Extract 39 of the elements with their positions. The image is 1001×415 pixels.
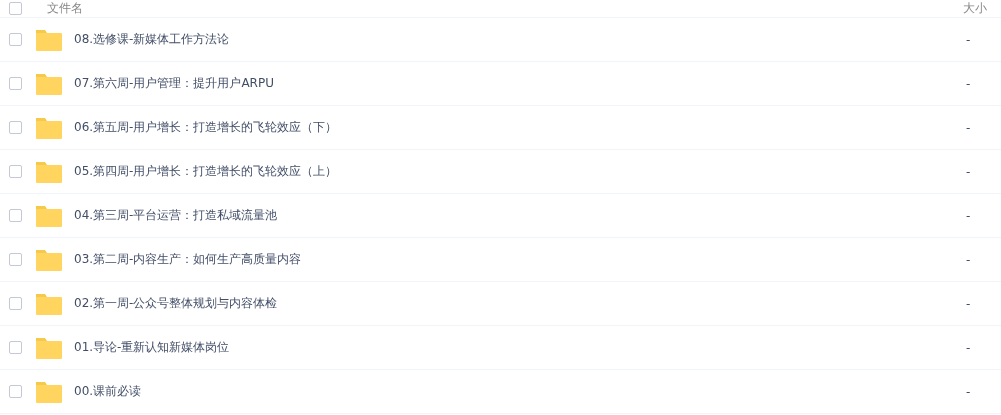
folder-icon [35,204,62,227]
file-size: - [966,120,971,135]
file-name[interactable]: 05.第四周-用户增长：打造增长的飞轮效应（上） [74,163,338,180]
file-size: - [966,32,971,47]
file-name[interactable]: 07.第六周-用户管理：提升用户ARPU [74,75,274,92]
file-name[interactable]: 02.第一周-公众号整体规划与内容体检 [74,295,278,312]
file-name[interactable]: 00.课前必读 [74,383,142,400]
folder-icon [35,292,62,315]
row-checkbox[interactable] [9,385,22,398]
folder-icon [35,248,62,271]
file-size: - [966,340,971,355]
row-checkbox[interactable] [9,77,22,90]
row-checkbox[interactable] [9,209,22,222]
row-checkbox[interactable] [9,165,22,178]
folder-icon [35,28,62,51]
row-checkbox[interactable] [9,253,22,266]
file-size: - [966,252,971,267]
file-name[interactable]: 06.第五周-用户增长：打造增长的飞轮效应（下） [74,119,338,136]
file-name[interactable]: 03.第二周-内容生产：如何生产高质量内容 [74,251,302,268]
file-name[interactable]: 08.选修课-新媒体工作方法论 [74,31,230,48]
column-header[interactable]: 大小 [963,0,987,17]
file-name[interactable]: 04.第三周-平台运营：打造私域流量池 [74,207,278,224]
row-checkbox[interactable] [9,297,22,310]
folder-icon [35,116,62,139]
column-header[interactable]: 文件名 [47,0,83,17]
folder-icon [35,380,62,403]
file-size: - [966,384,971,399]
file-size: - [966,208,971,223]
file-size: - [966,164,971,179]
file-size: - [966,76,971,91]
row-checkbox[interactable] [9,341,22,354]
row-checkbox[interactable] [9,33,22,46]
folder-icon [35,72,62,95]
file-size: - [966,296,971,311]
folder-icon [35,160,62,183]
folder-icon [35,336,62,359]
row-checkbox[interactable] [9,121,22,134]
select-all-checkbox[interactable] [9,2,22,15]
file-name[interactable]: 01.导论-重新认知新媒体岗位 [74,339,230,356]
